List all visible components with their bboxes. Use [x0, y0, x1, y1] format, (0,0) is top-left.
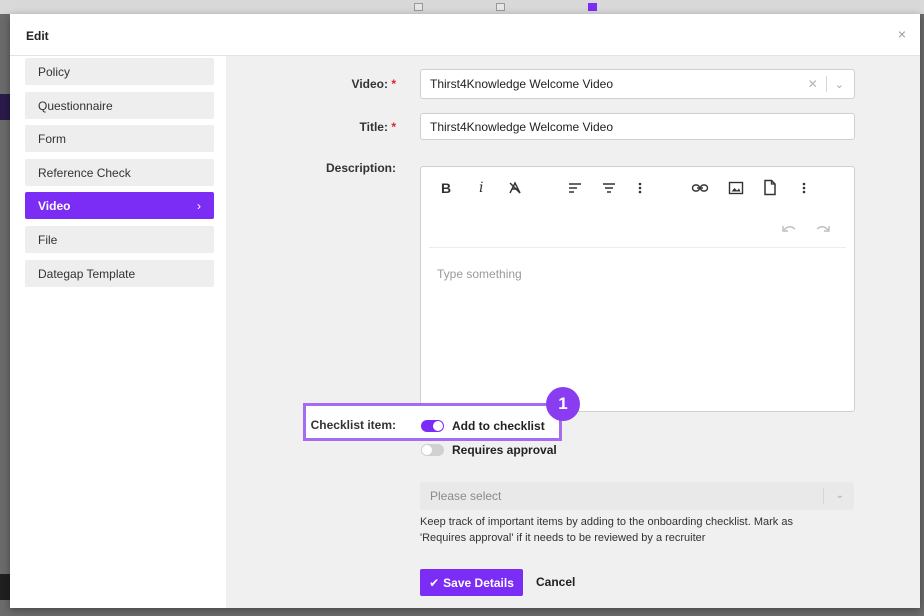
checklist-label: Checklist item:: [310, 418, 396, 432]
save-button-label: Save Details: [443, 575, 514, 590]
check-icon: ✔: [429, 575, 440, 590]
requires-approval-label: Requires approval: [452, 443, 557, 457]
sidebar-item-reference-check[interactable]: Reference Check: [25, 159, 214, 186]
clear-icon[interactable]: ✕: [800, 77, 826, 91]
toggle-knob: [433, 421, 443, 431]
backdrop-checkbox: [414, 3, 423, 11]
sidebar-item-label: Dategap Template: [38, 266, 136, 281]
sidebar-item-label: Reference Check: [38, 165, 131, 180]
video-label: Video: *: [351, 77, 396, 91]
edit-modal: Edit × Policy Questionnaire Form Referen…: [10, 14, 920, 608]
checklist-help-text: Keep track of important items by adding …: [420, 516, 793, 544]
image-icon[interactable]: [728, 180, 744, 198]
approver-select[interactable]: Please select ⌄: [420, 482, 854, 510]
undo-icon[interactable]: [781, 221, 797, 235]
approver-select-placeholder: Please select: [430, 489, 502, 503]
sidebar-item-video[interactable]: Video ›: [25, 192, 214, 219]
redo-icon[interactable]: [815, 221, 831, 235]
toolbar-divider: [429, 247, 846, 248]
cancel-button[interactable]: Cancel: [536, 575, 575, 589]
sidebar-item-label: File: [38, 232, 58, 247]
bold-icon[interactable]: B: [441, 181, 451, 195]
clear-format-icon[interactable]: [507, 180, 523, 198]
modal-header: Edit ×: [10, 14, 920, 56]
modal-title: Edit: [26, 29, 49, 43]
video-select-value: Thirst4Knowledge Welcome Video: [430, 77, 613, 91]
sidebar-item-label: Policy: [38, 64, 71, 79]
add-to-checklist-toggle[interactable]: [421, 420, 444, 432]
align-center-icon[interactable]: [601, 180, 617, 198]
chevron-right-icon: ›: [197, 198, 201, 213]
chevron-down-icon[interactable]: ⌄: [827, 78, 854, 91]
italic-icon[interactable]: i: [479, 181, 483, 195]
sidebar-item-file[interactable]: File: [25, 226, 214, 253]
step-badge: 1: [546, 387, 580, 421]
sidebar: Policy Questionnaire Form Reference Chec…: [10, 56, 226, 608]
add-to-checklist-label: Add to checklist: [452, 419, 545, 433]
backdrop-checkbox: [588, 3, 597, 11]
sidebar-item-policy[interactable]: Policy: [25, 58, 214, 85]
backdrop-accent: [0, 94, 10, 120]
toggle-knob: [422, 445, 432, 455]
sidebar-item-form[interactable]: Form: [25, 125, 214, 152]
chevron-down-icon: ⌄: [835, 490, 844, 501]
requires-approval-toggle[interactable]: [421, 444, 444, 456]
sidebar-item-dategap-template[interactable]: Dategap Template: [25, 260, 214, 287]
more-vertical-icon[interactable]: [801, 180, 807, 198]
sidebar-item-label: Form: [38, 131, 66, 146]
backdrop-accent: [0, 574, 10, 600]
title-input-value: Thirst4Knowledge Welcome Video: [430, 119, 613, 134]
description-editor[interactable]: B i Type something: [420, 166, 855, 412]
form-panel: Video: * Thirst4Knowledge Welcome Video …: [226, 56, 920, 608]
select-separator: [823, 488, 824, 504]
close-icon[interactable]: ×: [898, 27, 906, 41]
sidebar-item-label: Questionnaire: [38, 98, 113, 113]
save-details-button[interactable]: ✔ Save Details: [420, 569, 523, 596]
backdrop-checkbox: [496, 3, 505, 11]
backdrop-header-strip: [0, 0, 924, 14]
video-select[interactable]: Thirst4Knowledge Welcome Video ✕ ⌄: [420, 69, 855, 99]
editor-placeholder: Type something: [437, 267, 522, 281]
more-vertical-icon[interactable]: [637, 180, 643, 198]
sidebar-item-label: Video: [38, 198, 71, 213]
title-input[interactable]: Thirst4Knowledge Welcome Video: [420, 113, 855, 140]
sidebar-item-questionnaire[interactable]: Questionnaire: [25, 92, 214, 119]
link-icon[interactable]: [691, 180, 709, 198]
align-left-icon[interactable]: [567, 180, 583, 198]
title-label: Title: *: [359, 120, 396, 134]
file-icon[interactable]: [763, 179, 777, 198]
description-label: Description:: [325, 161, 396, 175]
